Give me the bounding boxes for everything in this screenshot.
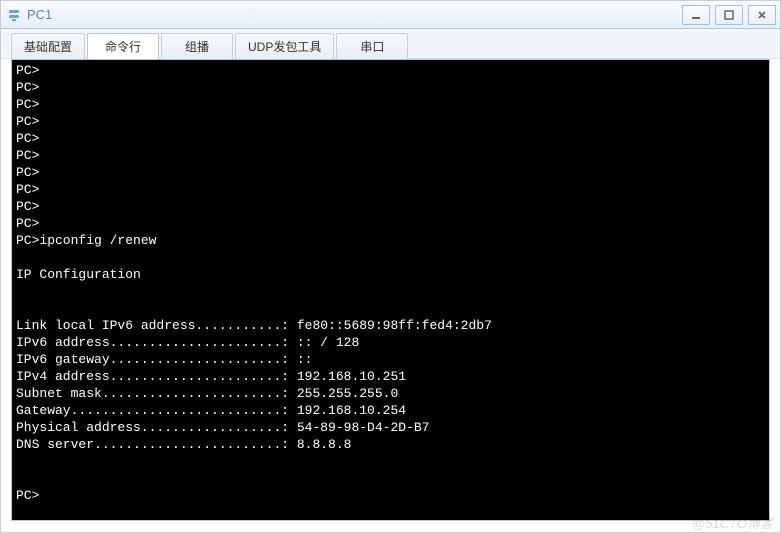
window-title: PC1 xyxy=(27,7,682,22)
app-icon xyxy=(7,7,21,23)
maximize-button[interactable] xyxy=(715,5,743,25)
close-button[interactable] xyxy=(748,5,776,25)
tab-3[interactable]: UDP发包工具 xyxy=(235,33,334,59)
minimize-button[interactable] xyxy=(682,5,710,25)
tab-0[interactable]: 基础配置 xyxy=(11,33,85,59)
terminal[interactable]: PC> PC> PC> PC> PC> PC> PC> PC> PC> PC> … xyxy=(12,60,769,520)
tab-2[interactable]: 组播 xyxy=(161,33,233,59)
terminal-container: PC> PC> PC> PC> PC> PC> PC> PC> PC> PC> … xyxy=(11,59,770,521)
window-buttons xyxy=(682,5,776,25)
tab-bar: 基础配置命令行组播UDP发包工具串口 xyxy=(1,29,780,59)
title-bar: PC1 xyxy=(1,1,780,29)
tab-1[interactable]: 命令行 xyxy=(87,33,159,59)
tab-4[interactable]: 串口 xyxy=(336,33,408,59)
